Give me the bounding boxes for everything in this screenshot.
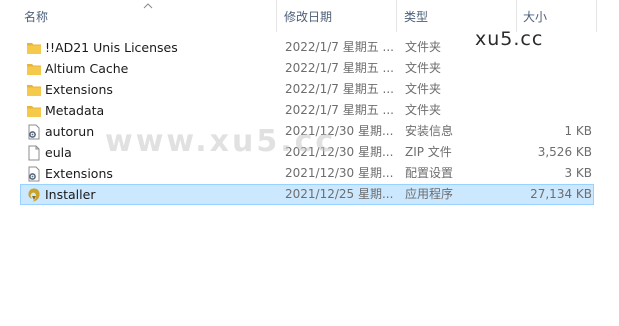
file-type: 配置设置 [405, 166, 454, 180]
file-size [519, 59, 592, 78]
folder-icon [27, 85, 41, 96]
column-header-date[interactable]: 修改日期 [284, 0, 332, 34]
column-header-type[interactable]: 类型 [404, 0, 428, 34]
file-row[interactable]: Metadata 2022/1/7 星期五 ... 文件夹 [20, 100, 594, 121]
file-name: !!AD21 Unis Licenses [45, 40, 178, 55]
file-date: 2022/1/7 星期五 ... [285, 82, 394, 96]
folder-icon [27, 106, 41, 117]
file-size [519, 80, 592, 99]
column-divider[interactable] [276, 0, 277, 32]
column-header-name[interactable]: 名称 [24, 0, 48, 34]
folder-icon [27, 64, 41, 75]
file-size: 3 KB [564, 166, 592, 180]
file-row-selected[interactable]: Installer 2021/12/25 星期... 应用程序 27,134 K… [20, 184, 594, 205]
file-type: 应用程序 [405, 187, 454, 201]
column-divider[interactable] [396, 0, 397, 32]
file-date: 2022/1/7 星期五 ... [285, 61, 394, 75]
file-type: 安装信息 [405, 124, 454, 138]
watermark-large: www.xu5.cc [105, 124, 337, 159]
file-row[interactable]: Altium Cache 2022/1/7 星期五 ... 文件夹 [20, 58, 594, 79]
document-icon [28, 145, 40, 161]
column-divider[interactable] [596, 0, 597, 32]
file-type: ZIP 文件 [405, 145, 452, 159]
file-row[interactable]: Extensions 2022/1/7 星期五 ... 文件夹 [20, 79, 594, 100]
file-date: 2022/1/7 星期五 ... [285, 103, 394, 117]
watermark-small: xu5.cc [475, 28, 544, 50]
file-name: Extensions [45, 82, 113, 97]
file-row[interactable]: Extensions 2021/12/30 星期... 配置设置 3 KB [20, 163, 594, 184]
file-date: 2022/1/7 星期五 ... [285, 40, 394, 54]
installer-app-icon [28, 188, 40, 202]
file-type: 文件夹 [405, 103, 442, 117]
sort-ascending-icon [143, 3, 153, 9]
file-name: Metadata [45, 103, 105, 118]
settings-file-icon [28, 124, 40, 140]
file-size [519, 101, 592, 120]
file-date: 2021/12/30 星期... [285, 166, 394, 180]
file-name: Installer [45, 187, 96, 202]
settings-file-icon [28, 166, 40, 182]
file-size: 27,134 KB [530, 187, 592, 201]
file-name: Extensions [45, 166, 113, 181]
file-size: 1 KB [564, 124, 592, 138]
folder-icon [27, 43, 41, 54]
file-name: Altium Cache [45, 61, 129, 76]
file-date: 2021/12/25 星期... [285, 187, 394, 201]
file-type: 文件夹 [405, 82, 442, 96]
file-type: 文件夹 [405, 61, 442, 75]
file-size: 3,526 KB [537, 145, 592, 159]
